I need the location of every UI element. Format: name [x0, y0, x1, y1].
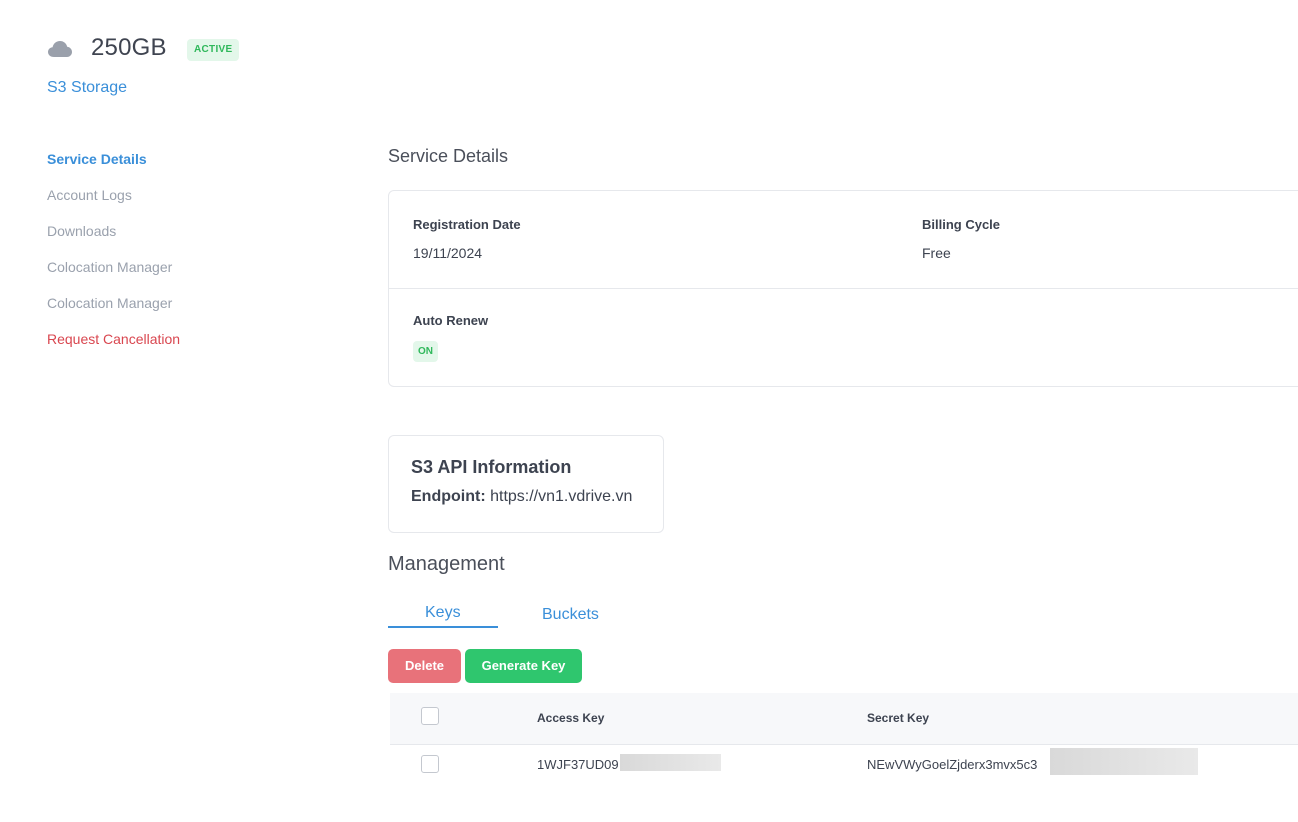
access-key-redaction: [620, 754, 721, 771]
tab-keys[interactable]: Keys: [425, 604, 461, 622]
product-name-link[interactable]: S3 Storage: [47, 79, 127, 97]
auto-renew-badge: ON: [413, 341, 438, 362]
s3-endpoint: Endpoint: https://vn1.vdrive.vn: [411, 488, 632, 506]
table-header: [390, 693, 1298, 744]
tab-keys-underline: [388, 626, 498, 628]
sidebar-item-downloads[interactable]: Downloads: [47, 223, 116, 239]
sidebar-item-colocation-manager[interactable]: Colocation Manager: [47, 259, 172, 275]
billing-cycle-label: Billing Cycle: [922, 217, 1001, 232]
secret-key-redaction: [1050, 748, 1198, 775]
registration-date-value: 19/11/2024: [413, 245, 483, 261]
sidebar-item-account-logs[interactable]: Account Logs: [47, 187, 132, 203]
details-divider: [389, 288, 1298, 289]
status-badge: ACTIVE: [187, 39, 240, 61]
cloud-icon: [48, 41, 72, 57]
table-divider: [390, 744, 1298, 745]
registration-date-label: Registration Date: [413, 217, 521, 232]
row-checkbox[interactable]: [421, 755, 439, 773]
management-title: Management: [388, 553, 505, 575]
access-key-header: Access Key: [537, 711, 605, 725]
endpoint-label: Endpoint:: [411, 488, 486, 505]
auto-renew-label: Auto Renew: [413, 313, 489, 328]
generate-key-button[interactable]: Generate Key: [465, 649, 582, 683]
secret-key-value: NEwVWyGoelZjderx3mvx5c3: [867, 757, 1038, 772]
endpoint-value: https://vn1.vdrive.vn: [490, 488, 633, 505]
access-key-value: 1WJF37UD09: [537, 757, 619, 772]
service-details-title: Service Details: [388, 146, 509, 166]
plan-size: 250GB: [91, 34, 167, 61]
delete-button[interactable]: Delete: [388, 649, 461, 683]
s3-api-card: [388, 435, 664, 533]
secret-key-header: Secret Key: [867, 711, 930, 725]
sidebar-item-request-cancellation[interactable]: Request Cancellation: [47, 331, 180, 347]
sidebar-item-service-details[interactable]: Service Details: [47, 151, 147, 167]
select-all-checkbox[interactable]: [421, 707, 439, 725]
billing-cycle-value: Free: [922, 245, 951, 261]
s3-api-title: S3 API Information: [411, 457, 572, 477]
sidebar-item-colocation-manager-2[interactable]: Colocation Manager: [47, 295, 172, 311]
tab-buckets[interactable]: Buckets: [542, 606, 599, 624]
